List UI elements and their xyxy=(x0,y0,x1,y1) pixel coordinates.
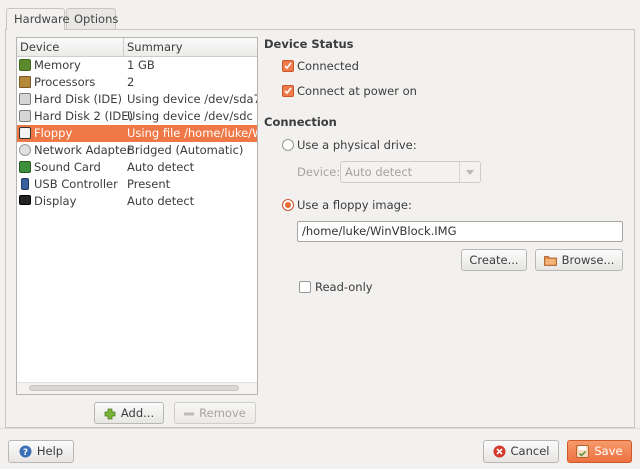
scrollbar-thumb[interactable] xyxy=(29,385,239,391)
image-path-input[interactable]: /home/luke/WinVBlock.IMG xyxy=(297,221,623,242)
tab-hardware-label: Hardware xyxy=(14,12,70,26)
device-row-sound-card[interactable]: Sound Card Auto detect xyxy=(17,159,257,176)
device-row-memory[interactable]: Memory 1 GB xyxy=(17,57,257,74)
device-select-value: Auto detect xyxy=(345,165,413,179)
usb-icon xyxy=(21,178,29,190)
device-row-usb-controller[interactable]: USB Controller Present xyxy=(17,176,257,193)
check-icon xyxy=(284,87,292,95)
sound-card-icon xyxy=(19,161,31,173)
chevron-down-icon xyxy=(466,170,474,175)
horizontal-scrollbar[interactable] xyxy=(17,382,257,394)
hard-disk-icon xyxy=(19,93,31,105)
device-row-processors[interactable]: Processors 2 xyxy=(17,74,257,91)
device-name: Display xyxy=(34,194,77,208)
memory-icon xyxy=(19,59,31,71)
browse-button[interactable]: Browse... xyxy=(535,249,623,271)
browse-label: Browse... xyxy=(561,253,615,267)
remove-label: Remove xyxy=(199,406,246,420)
read-only-checkbox[interactable] xyxy=(299,281,311,293)
tab-options-label: Options xyxy=(74,12,119,26)
device-name: Hard Disk 2 (IDE) xyxy=(34,109,133,123)
device-summary: 2 xyxy=(127,75,135,89)
connected-checkbox[interactable] xyxy=(282,60,294,72)
help-icon: ? xyxy=(19,445,32,458)
network-icon xyxy=(19,144,31,156)
minus-icon xyxy=(184,412,195,415)
device-summary: Auto detect xyxy=(127,160,195,174)
cancel-button[interactable]: Cancel xyxy=(483,440,559,463)
processor-icon xyxy=(19,76,31,88)
device-name: Hard Disk (IDE) xyxy=(34,92,123,106)
floppy-image-label[interactable]: Use a floppy image: xyxy=(297,198,412,212)
device-name: Sound Card xyxy=(34,160,101,174)
connected-label[interactable]: Connected xyxy=(297,59,359,73)
add-label: Add... xyxy=(120,406,155,420)
cancel-label: Cancel xyxy=(510,444,550,458)
read-only-label[interactable]: Read-only xyxy=(315,280,373,294)
column-header-device[interactable]: Device xyxy=(17,38,124,56)
physical-drive-label[interactable]: Use a physical drive: xyxy=(297,138,417,152)
device-row-display[interactable]: Display Auto detect xyxy=(17,193,257,210)
tab-hardware[interactable]: Hardware xyxy=(6,8,70,30)
device-name: Network Adapter xyxy=(34,143,132,157)
device-summary: Present xyxy=(127,177,171,191)
floppy-image-radio[interactable] xyxy=(282,199,294,211)
remove-device-button[interactable]: Remove xyxy=(174,402,256,424)
device-name: Memory xyxy=(34,58,81,72)
create-button[interactable]: Create... xyxy=(461,249,527,271)
device-summary: Bridged (Automatic) xyxy=(127,143,244,157)
help-button[interactable]: ? Help xyxy=(8,440,74,463)
device-row-network-adapter[interactable]: Network Adapter Bridged (Automatic) xyxy=(17,142,257,159)
device-name: USB Controller xyxy=(34,177,118,191)
device-label: Device: xyxy=(297,165,341,179)
device-summary: Auto detect xyxy=(127,194,195,208)
dropdown-arrow-container xyxy=(459,162,480,182)
connect-power-on-checkbox[interactable] xyxy=(282,85,294,97)
create-label: Create... xyxy=(469,253,519,267)
physical-drive-radio[interactable] xyxy=(282,139,294,151)
device-status-heading: Device Status xyxy=(264,37,354,51)
column-header-summary[interactable]: Summary xyxy=(124,38,257,56)
connection-heading: Connection xyxy=(264,115,337,129)
device-name: Processors xyxy=(34,75,96,89)
device-list[interactable]: Device Summary Memory 1 GB Processors 2 … xyxy=(16,37,258,395)
device-name: Floppy xyxy=(34,126,73,140)
add-device-button[interactable]: Add... xyxy=(94,402,164,424)
save-icon xyxy=(576,445,590,458)
device-summary: Using file /home/luke/Win xyxy=(127,126,257,140)
check-icon xyxy=(284,62,292,70)
device-row-hard-disk-2[interactable]: Hard Disk 2 (IDE) Using device /dev/sdc xyxy=(17,108,257,125)
cancel-icon xyxy=(493,445,506,458)
save-button[interactable]: Save xyxy=(567,440,632,463)
floppy-icon xyxy=(19,127,31,139)
device-row-floppy[interactable]: Floppy Using file /home/luke/Win xyxy=(17,125,257,142)
footer-separator xyxy=(0,428,640,429)
device-select[interactable]: Auto detect xyxy=(340,161,481,183)
display-icon xyxy=(19,195,31,205)
plus-icon xyxy=(104,408,116,419)
save-label: Save xyxy=(594,444,623,458)
device-summary: Using device /dev/sda7 xyxy=(127,92,258,106)
help-label: Help xyxy=(36,444,64,458)
folder-icon xyxy=(543,256,557,266)
svg-text:?: ? xyxy=(23,448,28,458)
list-header: Device Summary xyxy=(17,38,257,57)
device-summary: 1 GB xyxy=(127,58,155,72)
connect-power-on-label[interactable]: Connect at power on xyxy=(297,84,417,98)
device-summary: Using device /dev/sdc xyxy=(127,109,253,123)
tab-options[interactable]: Options xyxy=(66,8,119,29)
hard-disk-icon xyxy=(19,110,31,122)
device-row-hard-disk[interactable]: Hard Disk (IDE) Using device /dev/sda7 xyxy=(17,91,257,108)
